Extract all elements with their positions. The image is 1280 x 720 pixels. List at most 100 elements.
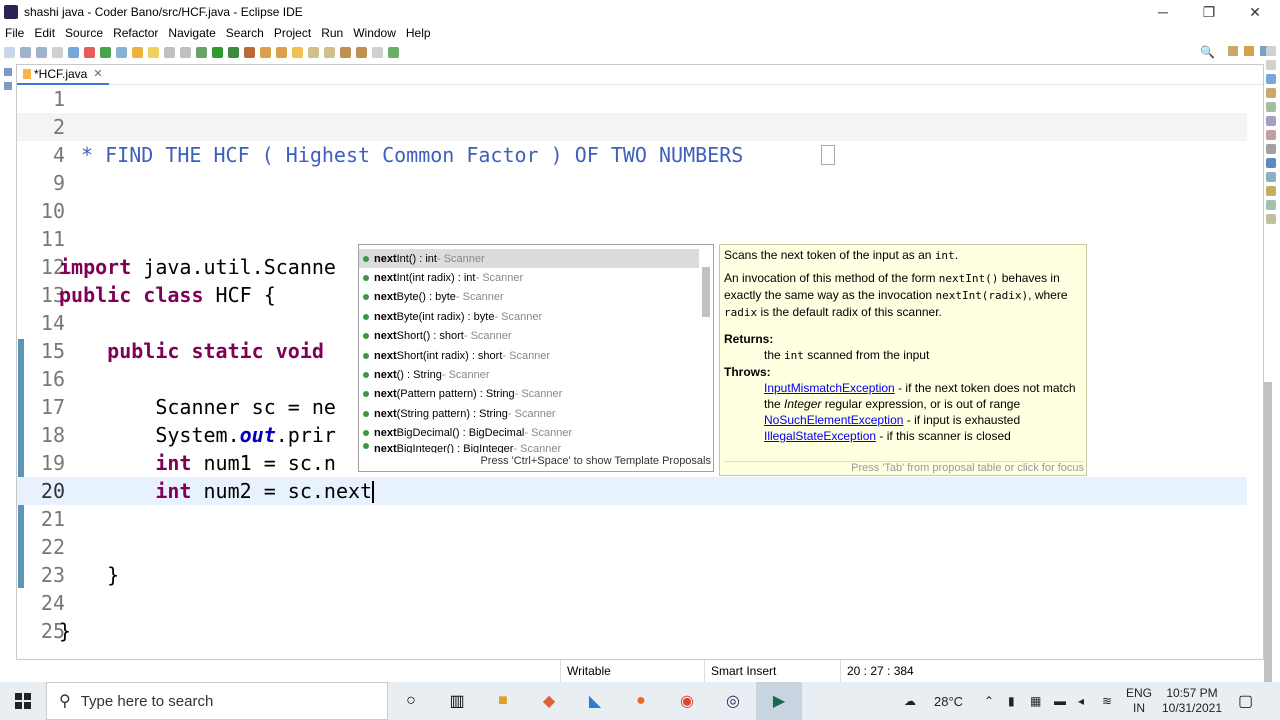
tab-close-icon[interactable]: ✕: [93, 67, 102, 80]
print-icon[interactable]: [52, 46, 63, 58]
forward-icon[interactable]: [356, 46, 367, 58]
network-icon[interactable]: ▦: [1030, 682, 1041, 720]
pin-icon[interactable]: [164, 46, 175, 58]
proposal-scrollbar[interactable]: [699, 249, 713, 449]
maximize-view-icon[interactable]: [1266, 60, 1276, 70]
save-all-icon[interactable]: [36, 46, 47, 58]
eclipse-taskbar-icon[interactable]: ◎: [710, 682, 756, 720]
menu-file[interactable]: File: [0, 26, 29, 40]
java-perspective-icon[interactable]: [1244, 46, 1254, 56]
highlight-icon[interactable]: [148, 46, 159, 58]
search-tool-icon[interactable]: [116, 46, 127, 58]
weather-temp[interactable]: 28°C: [934, 682, 963, 720]
method-icon: [363, 391, 369, 398]
scrollbar-thumb[interactable]: [1264, 382, 1272, 682]
proposal-item[interactable]: next Int() : int - Scanner: [359, 249, 699, 269]
task-view-icon[interactable]: ▥: [434, 682, 480, 720]
file-explorer-icon[interactable]: ■: [480, 682, 526, 720]
method-icon: [363, 410, 369, 417]
minimize-view-icon[interactable]: [1266, 46, 1276, 56]
proposal-item[interactable]: next (Pattern pattern) : String - Scanner: [359, 385, 699, 404]
taskbar-search[interactable]: ⚲ Type here to search: [46, 682, 388, 720]
menu-window[interactable]: Window: [348, 26, 401, 40]
menu-source[interactable]: Source: [60, 26, 108, 40]
annotation-icon[interactable]: [292, 46, 303, 58]
active-app-icon[interactable]: ▶: [756, 682, 802, 720]
proposal-item[interactable]: next (String pattern) : String - Scanner: [359, 404, 699, 423]
debug-run-icon[interactable]: [196, 46, 207, 58]
forward-disabled-icon[interactable]: [372, 46, 383, 58]
restore-icon[interactable]: [4, 68, 12, 76]
back-icon[interactable]: [340, 46, 351, 58]
tab-hcf-java[interactable]: *HCF.java ✕: [17, 65, 109, 85]
prev-annotation-icon[interactable]: [324, 46, 335, 58]
exception-link[interactable]: IllegalStateException: [764, 429, 876, 443]
wifi-icon[interactable]: ≋: [1102, 682, 1112, 720]
open-type-icon[interactable]: [276, 46, 287, 58]
menu-edit[interactable]: Edit: [29, 26, 60, 40]
editor-horizontal-scrollbar[interactable]: [60, 648, 1236, 658]
external-tools-icon[interactable]: [244, 46, 255, 58]
method-icon: [363, 430, 369, 437]
menu-refactor[interactable]: Refactor: [108, 26, 163, 40]
menu-navigate[interactable]: Navigate: [163, 26, 220, 40]
proposal-item[interactable]: next Byte() : byte - Scanner: [359, 288, 699, 307]
editor-vertical-scrollbar[interactable]: [1262, 88, 1272, 682]
notification-icon[interactable]: ▢: [1238, 682, 1253, 720]
new-icon[interactable]: [4, 46, 15, 58]
new-class-icon[interactable]: [260, 46, 271, 58]
start-button[interactable]: [0, 682, 46, 720]
volume-icon[interactable]: ◂: [1078, 682, 1084, 720]
tray-chevron-icon[interactable]: ⌃: [984, 682, 994, 720]
proposal-item[interactable]: next Short() : short - Scanner: [359, 327, 699, 346]
method-icon: [363, 294, 369, 301]
scrollbar-thumb[interactable]: [702, 267, 710, 317]
run-config-icon[interactable]: [228, 46, 239, 58]
menu-search[interactable]: Search: [221, 26, 269, 40]
proposal-item[interactable]: next Byte(int radix) : byte - Scanner: [359, 307, 699, 326]
run-icon[interactable]: [100, 46, 111, 58]
outline-icon[interactable]: [1266, 74, 1276, 84]
fold-marker-icon[interactable]: [821, 145, 835, 165]
proposal-list[interactable]: next Int() : int - Scanner next Int(int ra…: [359, 249, 699, 453]
javadoc-popup[interactable]: Scans the next token of the input as an …: [719, 244, 1087, 476]
cortana-icon[interactable]: ○: [388, 682, 434, 720]
git-icon[interactable]: ◆: [526, 682, 572, 720]
chrome-icon[interactable]: ◉: [664, 682, 710, 720]
console-icon[interactable]: [68, 46, 79, 58]
paragraph-icon[interactable]: [180, 46, 191, 58]
menu-run[interactable]: Run: [316, 26, 348, 40]
weather-icon[interactable]: ☁: [904, 682, 916, 720]
next-annotation-icon[interactable]: [308, 46, 319, 58]
exception-link[interactable]: NoSuchElementException: [764, 413, 903, 427]
proposal-item[interactable]: next Short(int radix) : short - Scanner: [359, 346, 699, 365]
vscode-icon[interactable]: ◣: [572, 682, 618, 720]
proposal-item[interactable]: next BigInteger() : BigInteger - Scanner: [359, 442, 699, 453]
line-number: 1: [52, 87, 65, 111]
save-icon[interactable]: [20, 46, 31, 58]
battery-icon[interactable]: ▮: [1008, 682, 1015, 720]
clock[interactable]: 10:57 PM 10/31/2021: [1160, 682, 1224, 720]
open-perspective-icon[interactable]: [1228, 46, 1238, 56]
minimize-button[interactable]: ─: [1140, 0, 1186, 24]
debug-icon[interactable]: [84, 46, 95, 58]
code-text: System.out.prir: [59, 423, 336, 447]
menu-project[interactable]: Project: [269, 26, 316, 40]
bookmark-icon[interactable]: [132, 46, 143, 58]
code-line: 4 * FIND THE HCF ( Highest Common Factor…: [17, 141, 1247, 169]
perspective-icon[interactable]: [388, 46, 399, 58]
meet-icon[interactable]: ▬: [1054, 682, 1066, 720]
maximize-button[interactable]: ❐: [1186, 0, 1232, 24]
exception-link[interactable]: InputMismatchException: [764, 381, 895, 395]
proposal-item[interactable]: next() : String - Scanner: [359, 365, 699, 384]
code-text: int num2 = sc.next: [59, 478, 375, 504]
firefox-icon[interactable]: ●: [618, 682, 664, 720]
search-icon[interactable]: 🔍: [1200, 45, 1215, 59]
proposal-item[interactable]: next Int(int radix) : int - Scanner: [359, 268, 699, 287]
close-button[interactable]: ✕: [1232, 0, 1278, 24]
view-icon[interactable]: [4, 82, 12, 90]
language-indicator[interactable]: ENG IN: [1126, 682, 1152, 720]
play-icon[interactable]: [212, 46, 223, 58]
menu-help[interactable]: Help: [401, 26, 436, 40]
proposal-item[interactable]: next BigDecimal() : BigDecimal - Scanner: [359, 424, 699, 443]
